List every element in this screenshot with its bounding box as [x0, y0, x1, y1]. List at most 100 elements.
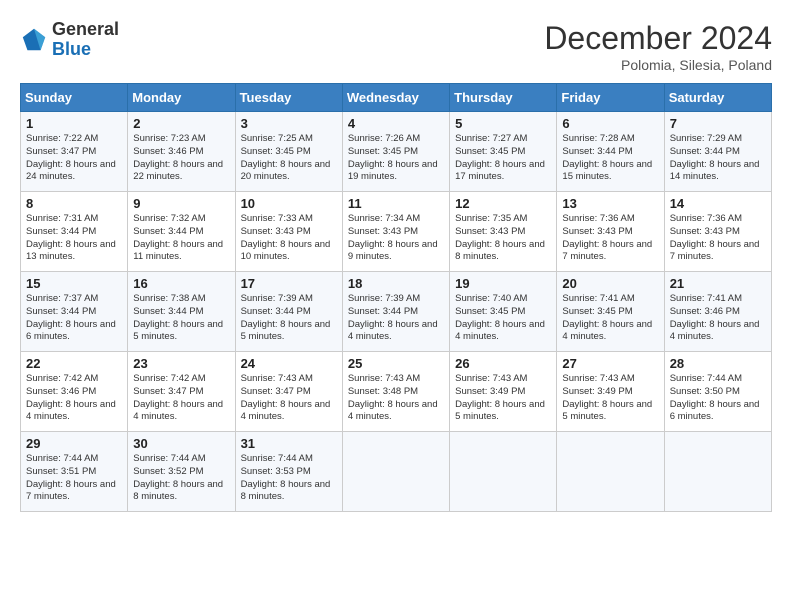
day-content: Sunrise: 7:22 AMSunset: 3:47 PMDaylight:…: [26, 133, 122, 184]
day-content: Sunrise: 7:27 AMSunset: 3:45 PMDaylight:…: [455, 133, 551, 184]
day-number: 6: [562, 116, 658, 131]
day-number: 10: [241, 196, 337, 211]
calendar-cell: 6 Sunrise: 7:28 AMSunset: 3:44 PMDaylight…: [557, 112, 664, 192]
day-number: 17: [241, 276, 337, 291]
day-content: Sunrise: 7:44 AMSunset: 3:53 PMDaylight:…: [241, 453, 337, 504]
calendar-cell: 8 Sunrise: 7:31 AMSunset: 3:44 PMDaylight…: [21, 192, 128, 272]
day-content: Sunrise: 7:44 AMSunset: 3:50 PMDaylight:…: [670, 373, 766, 424]
calendar-cell: 4 Sunrise: 7:26 AMSunset: 3:45 PMDaylight…: [342, 112, 449, 192]
calendar-week-3: 15 Sunrise: 7:37 AMSunset: 3:44 PMDayligh…: [21, 272, 772, 352]
calendar-cell: 20 Sunrise: 7:41 AMSunset: 3:45 PMDayligh…: [557, 272, 664, 352]
day-content: Sunrise: 7:26 AMSunset: 3:45 PMDaylight:…: [348, 133, 444, 184]
day-number: 16: [133, 276, 229, 291]
day-number: 25: [348, 356, 444, 371]
col-header-thursday: Thursday: [450, 84, 557, 112]
calendar-cell: 21Sunrise: 7:41 AMSunset: 3:46 PMDayligh…: [664, 272, 771, 352]
day-content: Sunrise: 7:43 AMSunset: 3:47 PMDaylight:…: [241, 373, 337, 424]
calendar-cell: 25Sunrise: 7:43 AMSunset: 3:48 PMDayligh…: [342, 352, 449, 432]
day-content: Sunrise: 7:40 AMSunset: 3:45 PMDaylight:…: [455, 293, 551, 344]
day-content: Sunrise: 7:36 AMSunset: 3:43 PMDaylight:…: [562, 213, 658, 264]
day-number: 23: [133, 356, 229, 371]
calendar-cell: 5 Sunrise: 7:27 AMSunset: 3:45 PMDaylight…: [450, 112, 557, 192]
day-number: 12: [455, 196, 551, 211]
day-number: 22: [26, 356, 122, 371]
calendar-cell: 10 Sunrise: 7:33 AMSunset: 3:43 PMDayligh…: [235, 192, 342, 272]
day-number: 29: [26, 436, 122, 451]
calendar-week-1: 1Sunrise: 7:22 AMSunset: 3:47 PMDaylight…: [21, 112, 772, 192]
col-header-sunday: Sunday: [21, 84, 128, 112]
calendar-cell: 30 Sunrise: 7:44 AMSunset: 3:52 PMDayligh…: [128, 432, 235, 512]
day-content: Sunrise: 7:42 AMSunset: 3:46 PMDaylight:…: [26, 373, 122, 424]
day-number: 26: [455, 356, 551, 371]
calendar-cell: [664, 432, 771, 512]
calendar-cell: 31 Sunrise: 7:44 AMSunset: 3:53 PMDayligh…: [235, 432, 342, 512]
day-number: 20: [562, 276, 658, 291]
day-number: 18: [348, 276, 444, 291]
calendar-header: SundayMondayTuesdayWednesdayThursdayFrid…: [21, 84, 772, 112]
day-content: Sunrise: 7:35 AMSunset: 3:43 PMDaylight:…: [455, 213, 551, 264]
calendar-cell: 28 Sunrise: 7:44 AMSunset: 3:50 PMDayligh…: [664, 352, 771, 432]
calendar-cell: 12 Sunrise: 7:35 AMSunset: 3:43 PMDayligh…: [450, 192, 557, 272]
day-number: 21: [670, 276, 766, 291]
day-content: Sunrise: 7:37 AMSunset: 3:44 PMDaylight:…: [26, 293, 122, 344]
logo: General Blue: [20, 20, 119, 60]
day-number: 11: [348, 196, 444, 211]
day-content: Sunrise: 7:33 AMSunset: 3:43 PMDaylight:…: [241, 213, 337, 264]
day-content: Sunrise: 7:41 AMSunset: 3:45 PMDaylight:…: [562, 293, 658, 344]
day-number: 27: [562, 356, 658, 371]
day-number: 3: [241, 116, 337, 131]
calendar-cell: [342, 432, 449, 512]
col-header-friday: Friday: [557, 84, 664, 112]
day-number: 28: [670, 356, 766, 371]
day-number: 15: [26, 276, 122, 291]
calendar-cell: 17Sunrise: 7:39 AMSunset: 3:44 PMDayligh…: [235, 272, 342, 352]
logo-icon: [20, 26, 48, 54]
day-number: 14: [670, 196, 766, 211]
calendar-table: SundayMondayTuesdayWednesdayThursdayFrid…: [20, 83, 772, 512]
col-header-monday: Monday: [128, 84, 235, 112]
day-content: Sunrise: 7:43 AMSunset: 3:49 PMDaylight:…: [562, 373, 658, 424]
calendar-week-2: 8 Sunrise: 7:31 AMSunset: 3:44 PMDaylight…: [21, 192, 772, 272]
day-number: 24: [241, 356, 337, 371]
calendar-cell: 26 Sunrise: 7:43 AMSunset: 3:49 PMDayligh…: [450, 352, 557, 432]
calendar-cell: [557, 432, 664, 512]
month-title: December 2024: [544, 20, 772, 57]
page-header: General Blue December 2024 Polomia, Sile…: [20, 20, 772, 73]
day-number: 13: [562, 196, 658, 211]
day-number: 19: [455, 276, 551, 291]
day-content: Sunrise: 7:28 AMSunset: 3:44 PMDaylight:…: [562, 133, 658, 184]
calendar-cell: 23 Sunrise: 7:42 AMSunset: 3:47 PMDayligh…: [128, 352, 235, 432]
calendar-cell: 16 Sunrise: 7:38 AMSunset: 3:44 PMDayligh…: [128, 272, 235, 352]
title-block: December 2024 Polomia, Silesia, Poland: [544, 20, 772, 73]
calendar-cell: 19 Sunrise: 7:40 AMSunset: 3:45 PMDayligh…: [450, 272, 557, 352]
calendar-cell: 13 Sunrise: 7:36 AMSunset: 3:43 PMDayligh…: [557, 192, 664, 272]
calendar-cell: 3 Sunrise: 7:25 AMSunset: 3:45 PMDaylight…: [235, 112, 342, 192]
calendar-cell: 29Sunrise: 7:44 AMSunset: 3:51 PMDayligh…: [21, 432, 128, 512]
day-number: 4: [348, 116, 444, 131]
col-header-wednesday: Wednesday: [342, 84, 449, 112]
calendar-week-4: 22 Sunrise: 7:42 AMSunset: 3:46 PMDayligh…: [21, 352, 772, 432]
day-number: 7: [670, 116, 766, 131]
col-header-tuesday: Tuesday: [235, 84, 342, 112]
day-content: Sunrise: 7:39 AMSunset: 3:44 PMDaylight:…: [348, 293, 444, 344]
day-content: Sunrise: 7:42 AMSunset: 3:47 PMDaylight:…: [133, 373, 229, 424]
day-content: Sunrise: 7:31 AMSunset: 3:44 PMDaylight:…: [26, 213, 122, 264]
calendar-cell: 15 Sunrise: 7:37 AMSunset: 3:44 PMDayligh…: [21, 272, 128, 352]
calendar-cell: 27 Sunrise: 7:43 AMSunset: 3:49 PMDayligh…: [557, 352, 664, 432]
calendar-cell: 9Sunrise: 7:32 AMSunset: 3:44 PMDaylight…: [128, 192, 235, 272]
calendar-cell: [450, 432, 557, 512]
day-content: Sunrise: 7:29 AMSunset: 3:44 PMDaylight:…: [670, 133, 766, 184]
day-number: 30: [133, 436, 229, 451]
calendar-cell: 11Sunrise: 7:34 AMSunset: 3:43 PMDayligh…: [342, 192, 449, 272]
day-content: Sunrise: 7:43 AMSunset: 3:49 PMDaylight:…: [455, 373, 551, 424]
day-number: 8: [26, 196, 122, 211]
day-content: Sunrise: 7:44 AMSunset: 3:52 PMDaylight:…: [133, 453, 229, 504]
day-content: Sunrise: 7:25 AMSunset: 3:45 PMDaylight:…: [241, 133, 337, 184]
day-number: 31: [241, 436, 337, 451]
day-content: Sunrise: 7:38 AMSunset: 3:44 PMDaylight:…: [133, 293, 229, 344]
calendar-cell: 14Sunrise: 7:36 AMSunset: 3:43 PMDayligh…: [664, 192, 771, 272]
col-header-saturday: Saturday: [664, 84, 771, 112]
day-number: 5: [455, 116, 551, 131]
day-number: 9: [133, 196, 229, 211]
location-subtitle: Polomia, Silesia, Poland: [544, 57, 772, 73]
